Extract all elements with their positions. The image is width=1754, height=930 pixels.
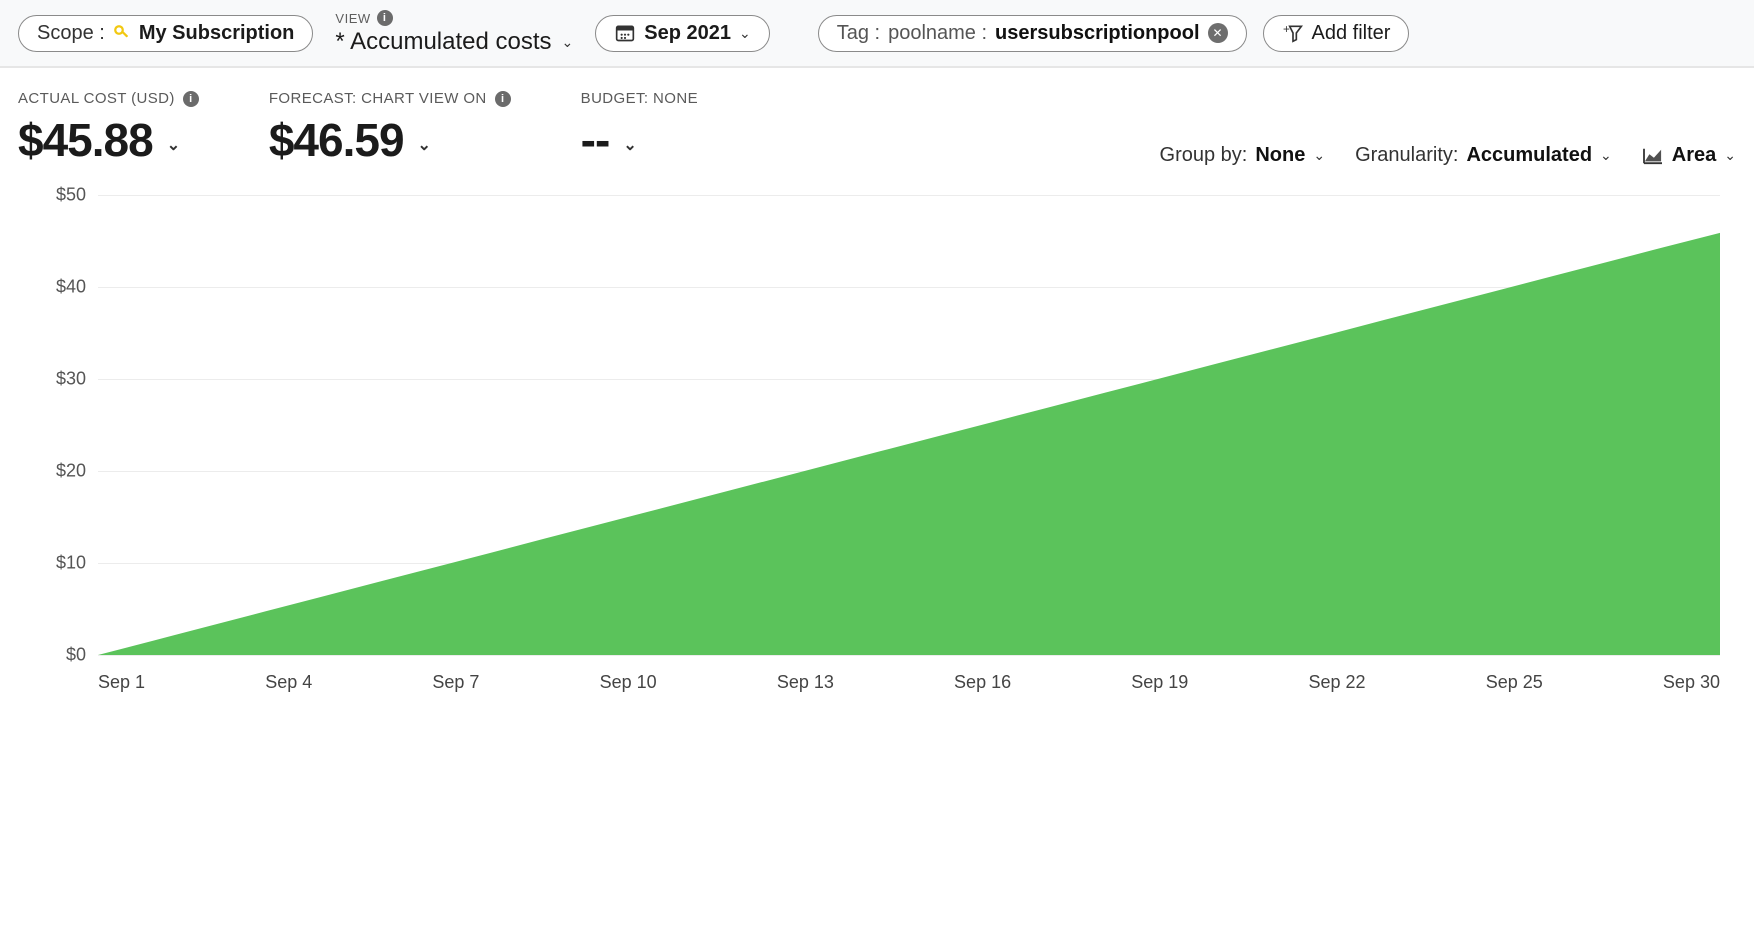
chevron-down-icon: ⌄ bbox=[562, 34, 574, 51]
budget-value: -- bbox=[581, 113, 610, 167]
y-tick-label: $0 bbox=[26, 645, 86, 666]
add-filter-button[interactable]: + Add filter bbox=[1263, 15, 1410, 52]
forecast-cost-metric: FORECAST: CHART VIEW ON i $46.59 ⌄ bbox=[269, 90, 511, 167]
x-tick-label: Sep 25 bbox=[1486, 672, 1543, 693]
chevron-down-icon[interactable]: ⌄ bbox=[418, 135, 430, 155]
budget-label: BUDGET: NONE bbox=[581, 90, 698, 107]
tag-key: poolname : bbox=[888, 22, 987, 45]
view-selector-block: VIEW i * Accumulated costs ⌄ bbox=[329, 10, 579, 56]
forecast-label: FORECAST: CHART VIEW ON bbox=[269, 90, 487, 107]
chevron-down-icon[interactable]: ⌄ bbox=[623, 135, 635, 155]
granularity-label: Granularity: bbox=[1355, 144, 1458, 167]
tag-filter-pill[interactable]: Tag : poolname : usersubscriptionpool ✕ bbox=[818, 15, 1247, 52]
gridline bbox=[98, 655, 1720, 656]
x-tick-label: Sep 13 bbox=[777, 672, 834, 693]
x-tick-label: Sep 30 bbox=[1663, 672, 1720, 693]
date-value: Sep 2021 bbox=[644, 22, 731, 45]
svg-text:+: + bbox=[1283, 23, 1290, 36]
chart-type-dropdown[interactable]: Area ⌄ bbox=[1642, 144, 1736, 167]
x-tick-label: Sep 4 bbox=[265, 672, 312, 693]
actual-cost-label: ACTUAL COST (USD) bbox=[18, 90, 175, 107]
cost-analysis-toolbar: Scope : My Subscription VIEW i * Accumul… bbox=[0, 0, 1754, 68]
budget-metric: BUDGET: NONE -- ⌄ bbox=[581, 90, 698, 167]
y-tick-label: $50 bbox=[26, 185, 86, 206]
scope-value: My Subscription bbox=[139, 22, 295, 45]
chart-controls: Group by: None ⌄ Granularity: Accumulate… bbox=[1160, 144, 1736, 167]
forecast-value: $46.59 bbox=[269, 113, 404, 167]
view-name-dropdown[interactable]: * Accumulated costs ⌄ bbox=[335, 28, 573, 56]
group-by-label: Group by: bbox=[1160, 144, 1248, 167]
y-tick-label: $30 bbox=[26, 369, 86, 390]
clear-tag-icon[interactable]: ✕ bbox=[1208, 23, 1228, 43]
add-filter-icon: + bbox=[1282, 23, 1304, 43]
cost-chart-container: $0 $10 $20 $30 $40 $50 Sep 1 Sep 4 Sep 7 Sep 10 S… bbox=[0, 175, 1754, 715]
date-range-selector[interactable]: Sep 2021 ⌄ bbox=[595, 15, 769, 52]
actual-cost-metric: ACTUAL COST (USD) i $45.88 ⌄ bbox=[18, 90, 199, 167]
y-tick-label: $40 bbox=[26, 277, 86, 298]
info-icon[interactable]: i bbox=[183, 91, 199, 107]
add-filter-label: Add filter bbox=[1312, 22, 1391, 45]
info-icon[interactable]: i bbox=[377, 10, 393, 26]
chevron-down-icon: ⌄ bbox=[1600, 147, 1612, 164]
scope-prefix: Scope : bbox=[37, 22, 105, 45]
tag-prefix: Tag : bbox=[837, 22, 880, 45]
key-icon bbox=[113, 24, 131, 42]
summary-row: ACTUAL COST (USD) i $45.88 ⌄ FORECAST: C… bbox=[0, 68, 1754, 175]
granularity-dropdown[interactable]: Granularity: Accumulated ⌄ bbox=[1355, 144, 1612, 167]
tag-value: usersubscriptionpool bbox=[995, 22, 1199, 45]
x-tick-label: Sep 16 bbox=[954, 672, 1011, 693]
x-tick-label: Sep 22 bbox=[1308, 672, 1365, 693]
area-chart-icon bbox=[1642, 147, 1664, 165]
view-name-text: * Accumulated costs bbox=[335, 28, 551, 56]
scope-selector[interactable]: Scope : My Subscription bbox=[18, 15, 313, 52]
chevron-down-icon: ⌄ bbox=[1724, 147, 1736, 164]
view-label: VIEW bbox=[335, 11, 370, 26]
y-tick-label: $20 bbox=[26, 461, 86, 482]
chart-type-value: Area bbox=[1672, 144, 1716, 167]
area-svg bbox=[98, 195, 1720, 655]
group-by-dropdown[interactable]: Group by: None ⌄ bbox=[1160, 144, 1326, 167]
view-label-row: VIEW i bbox=[335, 10, 573, 26]
calendar-icon bbox=[614, 23, 636, 43]
y-tick-label: $10 bbox=[26, 553, 86, 574]
x-tick-label: Sep 19 bbox=[1131, 672, 1188, 693]
x-tick-label: Sep 10 bbox=[600, 672, 657, 693]
group-by-value: None bbox=[1255, 144, 1305, 167]
actual-cost-value: $45.88 bbox=[18, 113, 153, 167]
granularity-value: Accumulated bbox=[1466, 144, 1592, 167]
x-tick-label: Sep 1 bbox=[98, 672, 145, 693]
chevron-down-icon[interactable]: ⌄ bbox=[167, 135, 179, 155]
chevron-down-icon: ⌄ bbox=[1313, 147, 1325, 164]
chevron-down-icon: ⌄ bbox=[739, 25, 751, 42]
cost-area-chart[interactable]: $0$10$20$30$40$50 Sep 1Sep 4Sep 7Sep 10S… bbox=[18, 195, 1736, 715]
info-icon[interactable]: i bbox=[495, 91, 511, 107]
x-tick-label: Sep 7 bbox=[432, 672, 479, 693]
